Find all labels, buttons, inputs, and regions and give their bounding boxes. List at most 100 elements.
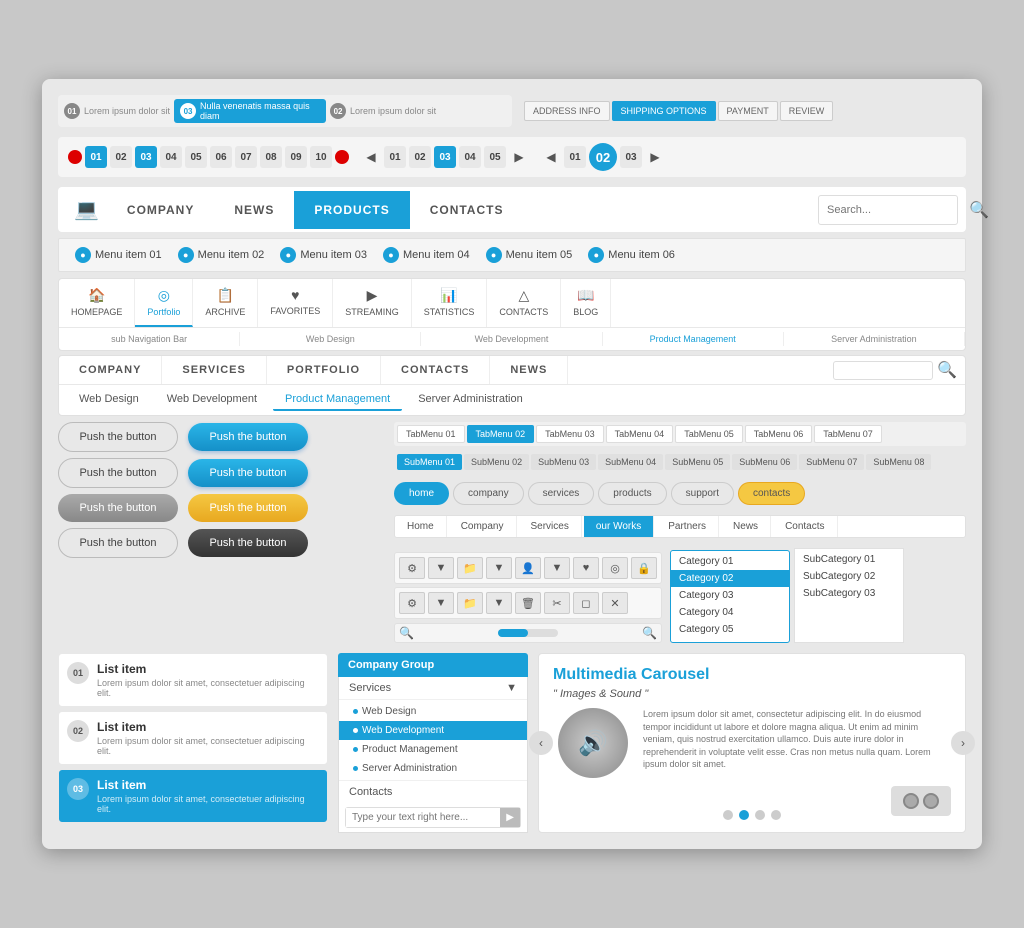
square-btn[interactable]: ◻ [573, 592, 599, 614]
service-webdesign[interactable]: Web Design [339, 702, 527, 721]
dnav-contacts[interactable]: Contacts [773, 516, 837, 537]
next-arrow-2[interactable]: ▶ [509, 147, 529, 167]
carousel-dot-2[interactable] [739, 810, 749, 820]
cat-1[interactable]: Category 01 [671, 553, 789, 570]
folder-dropdown-2[interactable]: ▼ [486, 592, 512, 614]
carousel-dot-1[interactable] [723, 810, 733, 820]
page-btn-08[interactable]: 08 [260, 146, 282, 168]
p2-01[interactable]: 01 [384, 146, 406, 168]
cat-4[interactable]: Category 04 [671, 604, 789, 621]
submenu-8[interactable]: SubMenu 08 [866, 454, 931, 470]
page-btn-01[interactable]: 01 [85, 146, 107, 168]
cat-5[interactable]: Category 05 [671, 621, 789, 638]
subcat-1[interactable]: SubCategory 01 [795, 551, 903, 568]
carousel-prev[interactable]: ‹ [529, 731, 553, 755]
topnav-products[interactable]: PRODUCTS [294, 191, 409, 229]
subnav-portfolio[interactable]: ◎ Portfolio [135, 279, 193, 327]
companynav-contacts[interactable]: CONTACTS [381, 356, 490, 384]
tabmenu-5[interactable]: TabMenu 05 [675, 425, 743, 443]
subcat-2[interactable]: SubCategory 02 [795, 568, 903, 585]
p2-05[interactable]: 05 [484, 146, 506, 168]
default-btn-2[interactable]: Push the button [58, 458, 178, 488]
folder-btn[interactable]: 📁 [457, 557, 483, 579]
folder-dropdown[interactable]: ▼ [486, 557, 512, 579]
gear-dropdown-2[interactable]: ▼ [428, 592, 454, 614]
topnav-contacts[interactable]: CONTACTS [410, 191, 524, 229]
menuitem-6[interactable]: ● Menu item 06 [582, 245, 681, 265]
wizard-step-1[interactable]: 01 Lorem ipsum dolor sit [64, 103, 170, 119]
accordion-submit-btn[interactable]: ▶ [500, 808, 520, 827]
page-btn-07[interactable]: 07 [235, 146, 257, 168]
subcat-3[interactable]: SubCategory 03 [795, 585, 903, 602]
topnav-company[interactable]: COMPANY [107, 191, 214, 229]
topnav-search-input[interactable] [827, 204, 969, 216]
carousel-dot-4[interactable] [771, 810, 781, 820]
companynav-portfolio[interactable]: PORTFOLIO [267, 356, 381, 384]
cat-3[interactable]: Category 03 [671, 587, 789, 604]
p2-02[interactable]: 02 [409, 146, 431, 168]
blue-btn-2[interactable]: Push the button [188, 459, 308, 487]
checkout-review[interactable]: REVIEW [780, 101, 834, 121]
user-dropdown[interactable]: ▼ [544, 557, 570, 579]
carousel-dot-3[interactable] [755, 810, 765, 820]
companynav-company[interactable]: COMPANY [59, 356, 162, 384]
service-serveradmin[interactable]: Server Administration [339, 759, 527, 778]
p3-02[interactable]: 02 [589, 143, 617, 171]
companynav-services[interactable]: SERVICES [162, 356, 266, 384]
menuitem-4[interactable]: ● Menu item 04 [377, 245, 476, 265]
dnav-ourworks[interactable]: our Works [584, 516, 654, 537]
roundnav-support[interactable]: support [671, 482, 734, 505]
menuitem-5[interactable]: ● Menu item 05 [480, 245, 579, 265]
subtab-webdesign[interactable]: Web Design [67, 389, 151, 411]
page-btn-02[interactable]: 02 [110, 146, 132, 168]
dnav-home[interactable]: Home [395, 516, 447, 537]
carousel-next[interactable]: › [951, 731, 975, 755]
dark-btn[interactable]: Push the button [188, 529, 308, 557]
roundnav-home[interactable]: home [394, 482, 449, 505]
gear-btn[interactable]: ⚙ [399, 557, 425, 579]
menuitem-2[interactable]: ● Menu item 02 [172, 245, 271, 265]
companynav-search-input[interactable] [833, 361, 933, 380]
roundnav-contacts[interactable]: contacts [738, 482, 805, 505]
zoom-slider[interactable] [498, 629, 558, 637]
services-heading[interactable]: Services ▼ [339, 677, 527, 700]
p3-01[interactable]: 01 [564, 146, 586, 168]
prev-arrow-2[interactable]: ◀ [361, 147, 381, 167]
tabmenu-4[interactable]: TabMenu 04 [606, 425, 674, 443]
service-webdev[interactable]: Web Development [339, 721, 527, 740]
zoom-in-icon[interactable]: 🔍 [642, 626, 657, 640]
gear-dropdown[interactable]: ▼ [428, 557, 454, 579]
subnav-blog[interactable]: 📖 BLOG [561, 279, 611, 327]
companynav-news[interactable]: NEWS [490, 356, 568, 384]
roundnav-services[interactable]: services [528, 482, 595, 505]
submenu-6[interactable]: SubMenu 06 [732, 454, 797, 470]
service-productmgmt[interactable]: Product Management [339, 740, 527, 759]
tabmenu-6[interactable]: TabMenu 06 [745, 425, 813, 443]
companynav-search[interactable]: 🔍 [825, 356, 965, 384]
subtab-webdev[interactable]: Web Development [155, 389, 269, 411]
page-btn-03[interactable]: 03 [135, 146, 157, 168]
page-btn-06[interactable]: 06 [210, 146, 232, 168]
subnav-streaming[interactable]: ▶ STREAMING [333, 279, 412, 327]
submenu-2[interactable]: SubMenu 02 [464, 454, 529, 470]
dnav-partners[interactable]: Partners [656, 516, 719, 537]
subnav-homepage[interactable]: 🏠 HOMEPAGE [59, 279, 135, 327]
heart-btn[interactable]: ♥ [573, 557, 599, 579]
next-arrow-3[interactable]: ▶ [645, 147, 665, 167]
circle-btn[interactable]: ◎ [602, 557, 628, 579]
page-btn-09[interactable]: 09 [285, 146, 307, 168]
subtab-serveradmin[interactable]: Server Administration [406, 389, 535, 411]
p3-03[interactable]: 03 [620, 146, 642, 168]
menuitem-1[interactable]: ● Menu item 01 [69, 245, 168, 265]
gear-btn-2[interactable]: ⚙ [399, 592, 425, 614]
checkout-address[interactable]: ADDRESS INFO [524, 101, 610, 121]
subnav-statistics[interactable]: 📊 STATISTICS [412, 279, 488, 327]
submenu-4[interactable]: SubMenu 04 [598, 454, 663, 470]
submenu-3[interactable]: SubMenu 03 [531, 454, 596, 470]
dnav-company[interactable]: Company [449, 516, 517, 537]
cut-btn[interactable]: ✂ [544, 592, 570, 614]
prev-arrow-3[interactable]: ◀ [541, 147, 561, 167]
p2-03[interactable]: 03 [434, 146, 456, 168]
cat-2[interactable]: Category 02 [671, 570, 789, 587]
accordion-input[interactable]: ▶ [345, 807, 521, 828]
